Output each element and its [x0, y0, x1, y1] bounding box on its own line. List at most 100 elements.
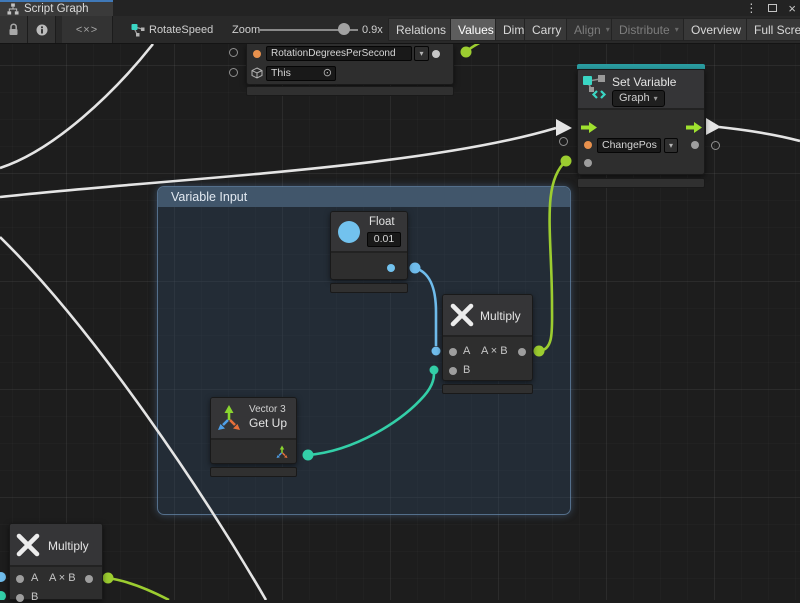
- port-output-value[interactable]: [691, 141, 699, 149]
- close-icon[interactable]: ×: [788, 2, 796, 15]
- cube-icon: [251, 67, 263, 79]
- node-variable-ref[interactable]: RotationDegreesPerSecond ▾ This ⊙: [246, 44, 454, 85]
- port-b-label: B: [31, 591, 38, 603]
- port-variable-output[interactable]: [432, 50, 440, 58]
- port-float-output[interactable]: [387, 264, 395, 272]
- toolbar-button-relations[interactable]: Relations: [388, 18, 454, 41]
- zoom-slider-thumb[interactable]: [338, 23, 350, 35]
- script-graph-icon: [7, 3, 19, 15]
- graph-reference-icon: [131, 23, 145, 37]
- set-variable-icon: [582, 74, 608, 100]
- tab-script-graph[interactable]: Script Graph: [0, 0, 113, 16]
- graph-toolbar: <×> RotateSpeed Zoom 0.9x Relations Value…: [0, 16, 800, 44]
- tab-title: Script Graph: [24, 3, 89, 15]
- toolbar-button-label: Values: [458, 23, 494, 37]
- variable-name-select[interactable]: RotationDegreesPerSecond: [266, 46, 412, 61]
- toolbar-button-label: Dim: [503, 23, 524, 37]
- variable-name-caret-button[interactable]: ▾: [414, 46, 429, 61]
- toolbar-button-label: Align: [574, 23, 601, 37]
- port-a[interactable]: [449, 348, 457, 356]
- node-header[interactable]: Set Variable Graph▾: [578, 70, 704, 110]
- port-hollow[interactable]: [559, 137, 568, 146]
- vector3-icon: [215, 404, 243, 432]
- toolbar-button-label: Full Screen: [754, 23, 800, 37]
- node-float-literal[interactable]: Float 0.01: [330, 211, 408, 280]
- node-title: Multiply: [480, 309, 521, 323]
- variable-name-select[interactable]: ChangePos: [597, 138, 661, 153]
- node-set-variable[interactable]: Set Variable Graph▾ ChangePos ▾: [577, 69, 705, 175]
- info-icon: [36, 24, 48, 36]
- chevron-down-icon: ▾: [669, 141, 673, 150]
- chevron-down-icon: ▾: [654, 94, 658, 103]
- chevron-down-icon: ▾: [675, 25, 679, 34]
- toolbar-button-full-screen[interactable]: Full Screen: [746, 18, 800, 41]
- group-header[interactable]: Variable Input: [158, 187, 570, 207]
- toolbar-button-label: Overview: [691, 23, 741, 37]
- float-type-icon: [338, 221, 360, 243]
- node-vector3-get-up[interactable]: Vector 3 Get Up: [210, 397, 297, 464]
- port-b[interactable]: [16, 594, 24, 602]
- node-variable-ref-footer[interactable]: [246, 86, 454, 96]
- node-title: Set Variable: [612, 75, 676, 89]
- target-field[interactable]: This ⊙: [266, 66, 336, 81]
- chevron-down-icon: ▾: [606, 25, 610, 34]
- node-type-label: Vector 3: [249, 404, 286, 415]
- window-controls: ⋮ ×: [745, 0, 796, 16]
- multiply-x-icon: [449, 302, 475, 328]
- node-header[interactable]: Vector 3 Get Up: [211, 398, 296, 440]
- port-variable-name[interactable]: [253, 50, 261, 58]
- target-icon[interactable]: ⊙: [323, 67, 332, 80]
- node-float-footer[interactable]: [330, 283, 408, 293]
- group-title: Variable Input: [171, 190, 247, 204]
- port-result[interactable]: [85, 575, 93, 583]
- port-variable-name[interactable]: [584, 141, 592, 149]
- port-result[interactable]: [518, 348, 526, 356]
- kebab-menu-icon[interactable]: ⋮: [745, 1, 757, 15]
- toolbar-button-label: Relations: [396, 23, 446, 37]
- vector3-output-port-icon[interactable]: [275, 445, 289, 459]
- port-b[interactable]: [449, 367, 457, 375]
- graph-reference-label[interactable]: RotateSpeed: [149, 24, 213, 36]
- window-titlebar: Script Graph ⋮ ×: [0, 0, 800, 17]
- lock-icon: [8, 23, 19, 36]
- node-header[interactable]: Float 0.01: [331, 212, 407, 253]
- port-hollow[interactable]: [229, 48, 238, 57]
- node-multiply-footer[interactable]: [442, 384, 533, 394]
- toolbar-button-distribute[interactable]: Distribute▾: [611, 18, 687, 41]
- node-vector3-footer[interactable]: [210, 467, 297, 477]
- node-multiply-bottom[interactable]: Multiply A A × B B: [9, 523, 103, 600]
- inspect-button[interactable]: [28, 16, 56, 43]
- toolbar-button-label: Carry: [532, 23, 561, 37]
- port-result-label: A × B: [481, 345, 508, 357]
- code-preview-button[interactable]: <×>: [62, 16, 113, 43]
- variable-name-caret-button[interactable]: ▾: [664, 138, 678, 153]
- port-a-label: A: [31, 572, 38, 584]
- toolbar-button-carry[interactable]: Carry: [524, 18, 569, 41]
- toolbar-button-overview[interactable]: Overview: [683, 18, 749, 41]
- flow-in-arrow-icon[interactable]: [581, 122, 597, 133]
- node-header[interactable]: Multiply: [10, 524, 102, 567]
- node-multiply[interactable]: Multiply A A × B B: [442, 294, 533, 381]
- port-hollow[interactable]: [711, 141, 720, 150]
- float-value-field[interactable]: 0.01: [367, 232, 401, 247]
- maximize-icon[interactable]: [768, 4, 777, 12]
- node-title: Multiply: [48, 539, 89, 553]
- variable-scope-dropdown[interactable]: Graph▾: [612, 90, 665, 107]
- node-header[interactable]: Multiply: [443, 295, 532, 337]
- port-input-value[interactable]: [584, 159, 592, 167]
- node-set-variable-footer[interactable]: [577, 178, 705, 188]
- multiply-x-icon: [15, 532, 41, 558]
- node-title: Get Up: [249, 416, 287, 430]
- port-a[interactable]: [16, 575, 24, 583]
- port-hollow[interactable]: [229, 68, 238, 77]
- toolbar-button-align[interactable]: Align ▾: [566, 18, 618, 41]
- node-title: Float: [369, 216, 395, 228]
- code-icon: <×>: [76, 24, 98, 36]
- zoom-value: 0.9x: [362, 24, 383, 36]
- lock-button[interactable]: [0, 16, 28, 43]
- port-result-label: A × B: [49, 572, 76, 584]
- zoom-label: Zoom: [232, 24, 260, 36]
- port-a-label: A: [463, 345, 470, 357]
- port-b-label: B: [463, 364, 470, 376]
- flow-out-arrow-icon[interactable]: [686, 122, 702, 133]
